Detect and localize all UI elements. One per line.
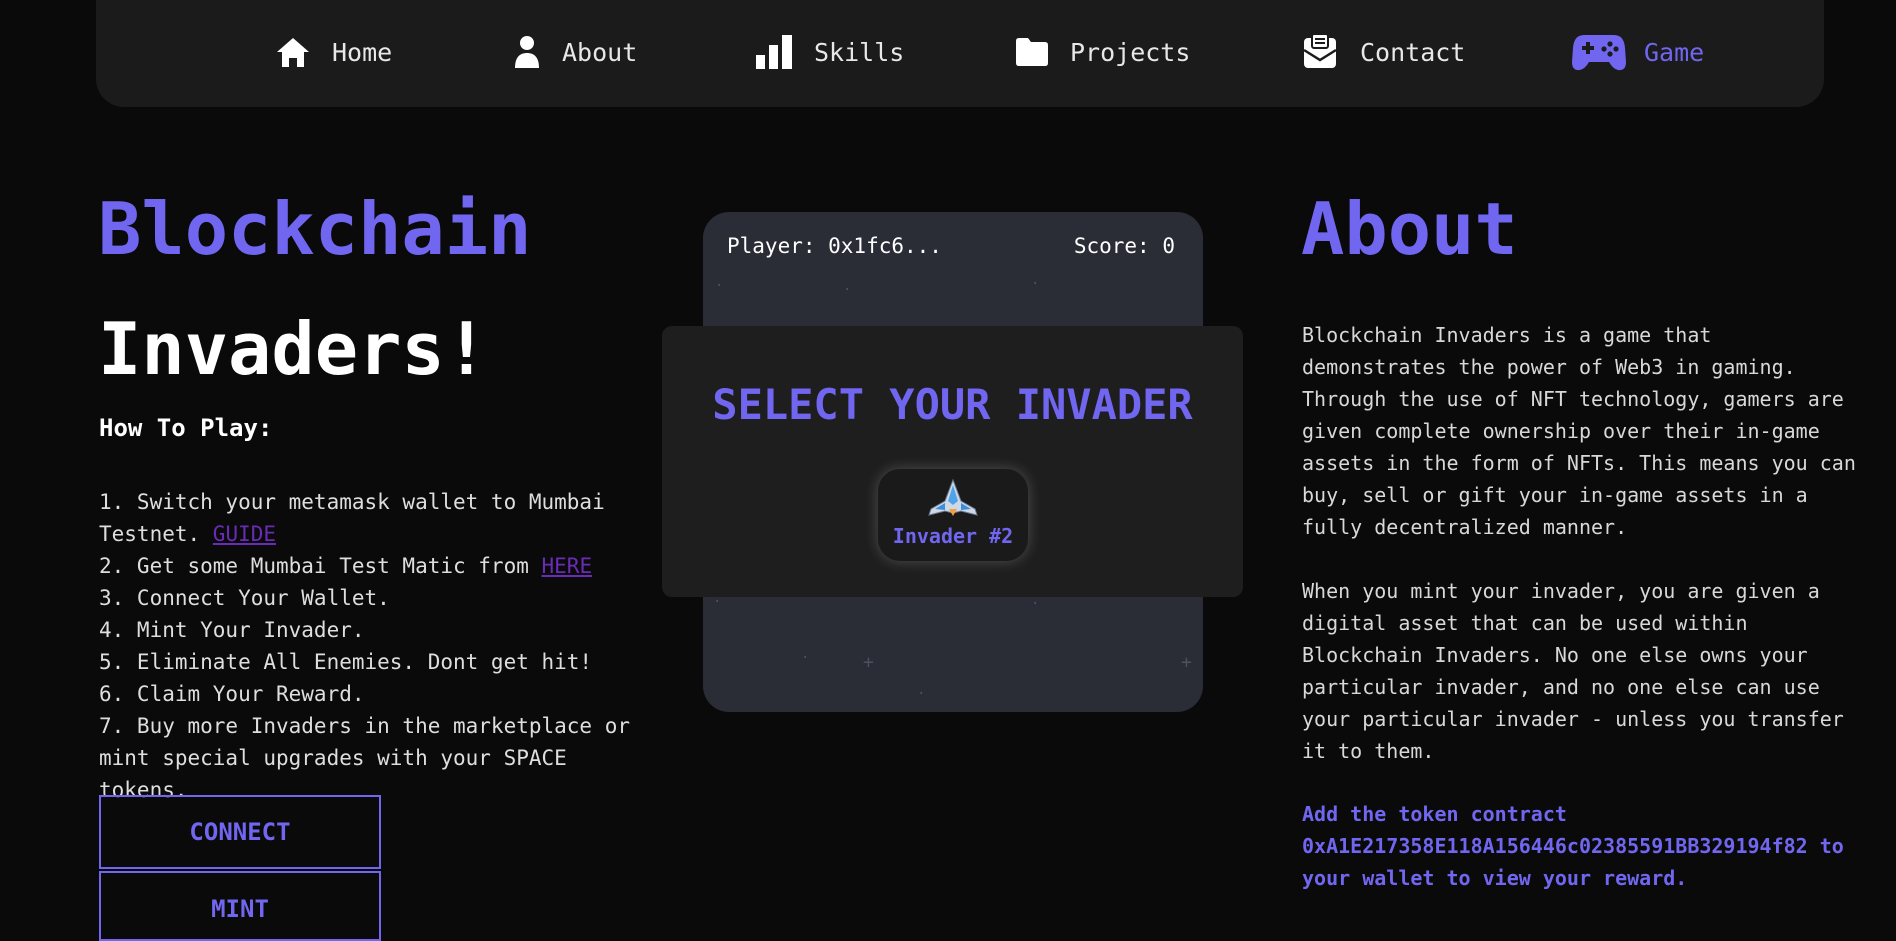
top-navbar: Home About Skills Projects Contact Game [96,0,1824,107]
token-contract-note: Add the token contract 0xA1E217358E118A1… [1302,802,1844,890]
hero-title-line1: Blockchain [98,187,532,271]
invader-label: Invader #2 [892,524,1014,548]
home-icon [276,36,310,68]
nav-projects-label: Projects [1070,37,1191,67]
nav-home-label: Home [332,37,393,67]
player-address: Player: 0x1fc6... [727,234,942,258]
mint-button[interactable]: MINT [99,871,381,941]
instruction-step: 7. Buy more Invaders in the marketplace … [99,714,631,802]
nav-home[interactable]: Home [276,30,392,74]
nav-about[interactable]: About [514,30,637,74]
instruction-step: 5. Eliminate All Enemies. Dont get hit! [99,650,593,674]
nav-projects[interactable]: Projects [1016,30,1190,74]
connect-button[interactable]: CONNECT [99,795,381,869]
star: · [1031,596,1040,612]
instructions-list: 1. Switch your metamask wallet to Mumbai… [99,486,659,806]
nav-contact[interactable]: Contact [1302,30,1465,74]
instruction-step: 4. Mint Your Invader. [99,618,365,642]
gamepad-icon [1572,32,1626,72]
nav-about-label: About [562,37,638,67]
nav-skills[interactable]: Skills [756,30,904,74]
hero-title-line2: Invaders! [98,307,489,391]
star: · [843,282,852,298]
invader-card[interactable]: Invader #2 [878,469,1028,561]
spaceship-icon [878,479,1028,517]
faucet-link[interactable]: HERE [542,554,593,578]
star: · [801,650,810,666]
about-paragraph-2: When you mint your invader, you are give… [1302,579,1844,763]
guide-link[interactable]: GUIDE [213,522,276,546]
nav-skills-label: Skills [814,37,905,67]
how-to-play-heading: How To Play: [99,414,273,442]
star: · [715,278,724,294]
star: + [863,652,874,673]
star: + [1181,652,1192,673]
select-invader-modal: SELECT YOUR INVADER Invader #2 [662,326,1243,597]
instruction-step: 6. Claim Your Reward. [99,682,365,706]
instruction-step: 2. Get some Mumbai Test Matic from HERE [99,554,593,578]
nav-game[interactable]: Game [1572,30,1704,74]
contact-card-icon [1302,34,1338,70]
about-title: About [1301,187,1518,271]
person-icon [514,35,540,69]
nav-game-label: Game [1644,37,1705,67]
bar-chart-icon [756,35,792,69]
about-paragraph-1: Blockchain Invaders is a game that demon… [1302,323,1856,539]
star: · [1031,276,1040,292]
star: · [917,686,926,702]
folder-icon [1016,38,1048,66]
instruction-step: 1. Switch your metamask wallet to Mumbai… [99,490,605,546]
nav-contact-label: Contact [1360,37,1466,67]
instruction-step: 3. Connect Your Wallet. [99,586,390,610]
modal-title: SELECT YOUR INVADER [712,380,1193,429]
score-display: Score: 0 [1073,234,1175,258]
